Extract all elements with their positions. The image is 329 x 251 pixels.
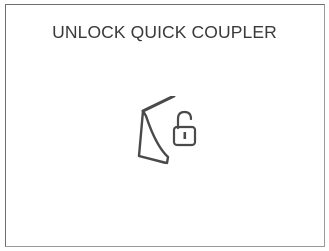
bucket-unlock-icon: [137, 96, 197, 165]
dialog-title: UNLOCK QUICK COUPLER: [52, 22, 277, 42]
screen: UNLOCK QUICK COUPLER: [0, 0, 329, 251]
